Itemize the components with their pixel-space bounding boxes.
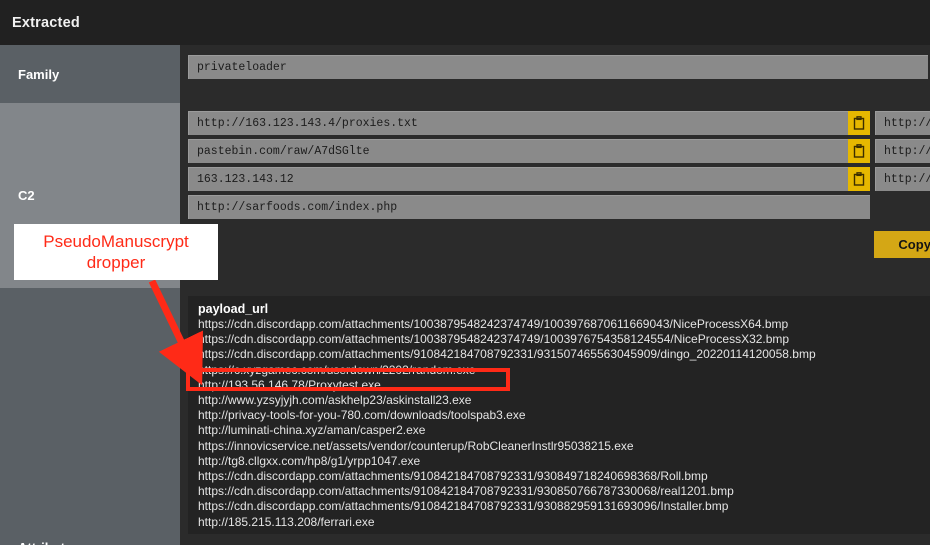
row-family: Family privateloader (0, 45, 930, 103)
c2-value-input[interactable]: http://sarfoods.com/index.php (188, 195, 870, 219)
copy-icon-button[interactable] (848, 111, 870, 135)
row-body-attributes (180, 540, 930, 545)
c2-value-input[interactable]: http://163.123.143.4/proxies.txt (188, 111, 848, 135)
c2-entry-primary: 163.123.143.12 (188, 167, 870, 191)
c2-value-input[interactable]: 163.123.143.12 (188, 167, 848, 191)
c2-entry-secondary: http://10 (875, 111, 930, 135)
c2-entry-row: http://163.123.143.4/proxies.txt http://1… (188, 111, 930, 135)
payload-url-title: payload_url (198, 302, 269, 316)
payload-url-item[interactable]: http://privacy-tools-for-you-780.com/dow… (198, 408, 920, 423)
row-label-attributes: Attributes (0, 540, 180, 545)
c2-entry-primary: http://sarfoods.com/index.php (188, 195, 870, 219)
c2-value-input[interactable]: pastebin.com/raw/A7dSGlte (188, 139, 848, 163)
copy-icon-button[interactable] (848, 167, 870, 191)
c2-entry-row: pastebin.com/raw/A7dSGlte http://wf (188, 139, 930, 163)
row-body-payload: payload_url https://cdn.discordapp.com/a… (180, 288, 930, 540)
annotation-line-1: PseudoManuscrypt (43, 232, 189, 251)
payload-url-item[interactable]: https://cdn.discordapp.com/attachments/1… (198, 317, 920, 332)
family-value-input[interactable]: privateloader (188, 55, 928, 79)
row-attributes: Attributes (0, 540, 930, 545)
clipboard-icon (853, 116, 865, 130)
annotation-highlight-box (186, 368, 510, 391)
panel-header: Extracted (0, 0, 930, 45)
payload-url-item[interactable]: http://tg8.cllgxx.com/hp8/g1/yrpp1047.ex… (198, 454, 920, 469)
copy-all-button[interactable]: Copy all (874, 231, 930, 258)
payload-url-item[interactable]: http://luminati-china.xyz/aman/casper2.e… (198, 423, 920, 438)
payload-url-item[interactable]: http://185.215.113.208/ferrari.exe (198, 515, 920, 530)
c2-entry-row: 163.123.143.12 http://91 (188, 167, 930, 191)
payload-url-panel: payload_url https://cdn.discordapp.com/a… (188, 296, 930, 534)
clipboard-icon (853, 144, 865, 158)
annotation-line-2: dropper (86, 253, 146, 272)
payload-url-item[interactable]: https://innovicservice.net/assets/vendor… (198, 439, 920, 454)
row-body-family: privateloader (180, 45, 930, 103)
row-body-c2: http://163.123.143.4/proxies.txt http://1… (180, 103, 930, 288)
payload-url-list: https://cdn.discordapp.com/attachments/1… (198, 317, 920, 530)
copy-icon-button[interactable] (848, 139, 870, 163)
c2-value-input-overflow[interactable]: http://wf (875, 139, 930, 163)
clipboard-icon (853, 172, 865, 186)
c2-entry-primary: pastebin.com/raw/A7dSGlte (188, 139, 870, 163)
payload-url-item[interactable]: https://cdn.discordapp.com/attachments/9… (198, 347, 920, 362)
row-label-family: Family (0, 45, 180, 103)
c2-entry-secondary: http://wf (875, 139, 930, 163)
c2-entry-secondary: http://91 (875, 167, 930, 191)
copy-all-bar: Copy all (180, 223, 930, 266)
extracted-panel: Extracted Family privateloader C2 http:/… (0, 0, 930, 545)
family-field-strip: privateloader (188, 55, 930, 79)
annotation-callout: PseudoManuscrypt dropper (14, 224, 218, 280)
c2-entry-primary: http://163.123.143.4/proxies.txt (188, 111, 870, 135)
payload-url-item[interactable]: https://cdn.discordapp.com/attachments/9… (198, 499, 920, 514)
payload-url-item[interactable]: https://cdn.discordapp.com/attachments/1… (198, 332, 920, 347)
page-title: Extracted (12, 14, 80, 31)
row-label-payload (0, 288, 180, 540)
c2-entry-row: http://sarfoods.com/index.php (188, 195, 930, 219)
row-payload: payload_url https://cdn.discordapp.com/a… (0, 288, 930, 540)
payload-url-item[interactable]: http://www.yzsyjyjh.com/askhelp23/askins… (198, 393, 920, 408)
payload-url-item[interactable]: https://cdn.discordapp.com/attachments/9… (198, 469, 920, 484)
c2-entries-list: http://163.123.143.4/proxies.txt http://1… (180, 103, 930, 219)
payload-url-item[interactable]: https://cdn.discordapp.com/attachments/9… (198, 484, 920, 499)
c2-value-input-overflow[interactable]: http://91 (875, 167, 930, 191)
c2-value-input-overflow[interactable]: http://10 (875, 111, 930, 135)
